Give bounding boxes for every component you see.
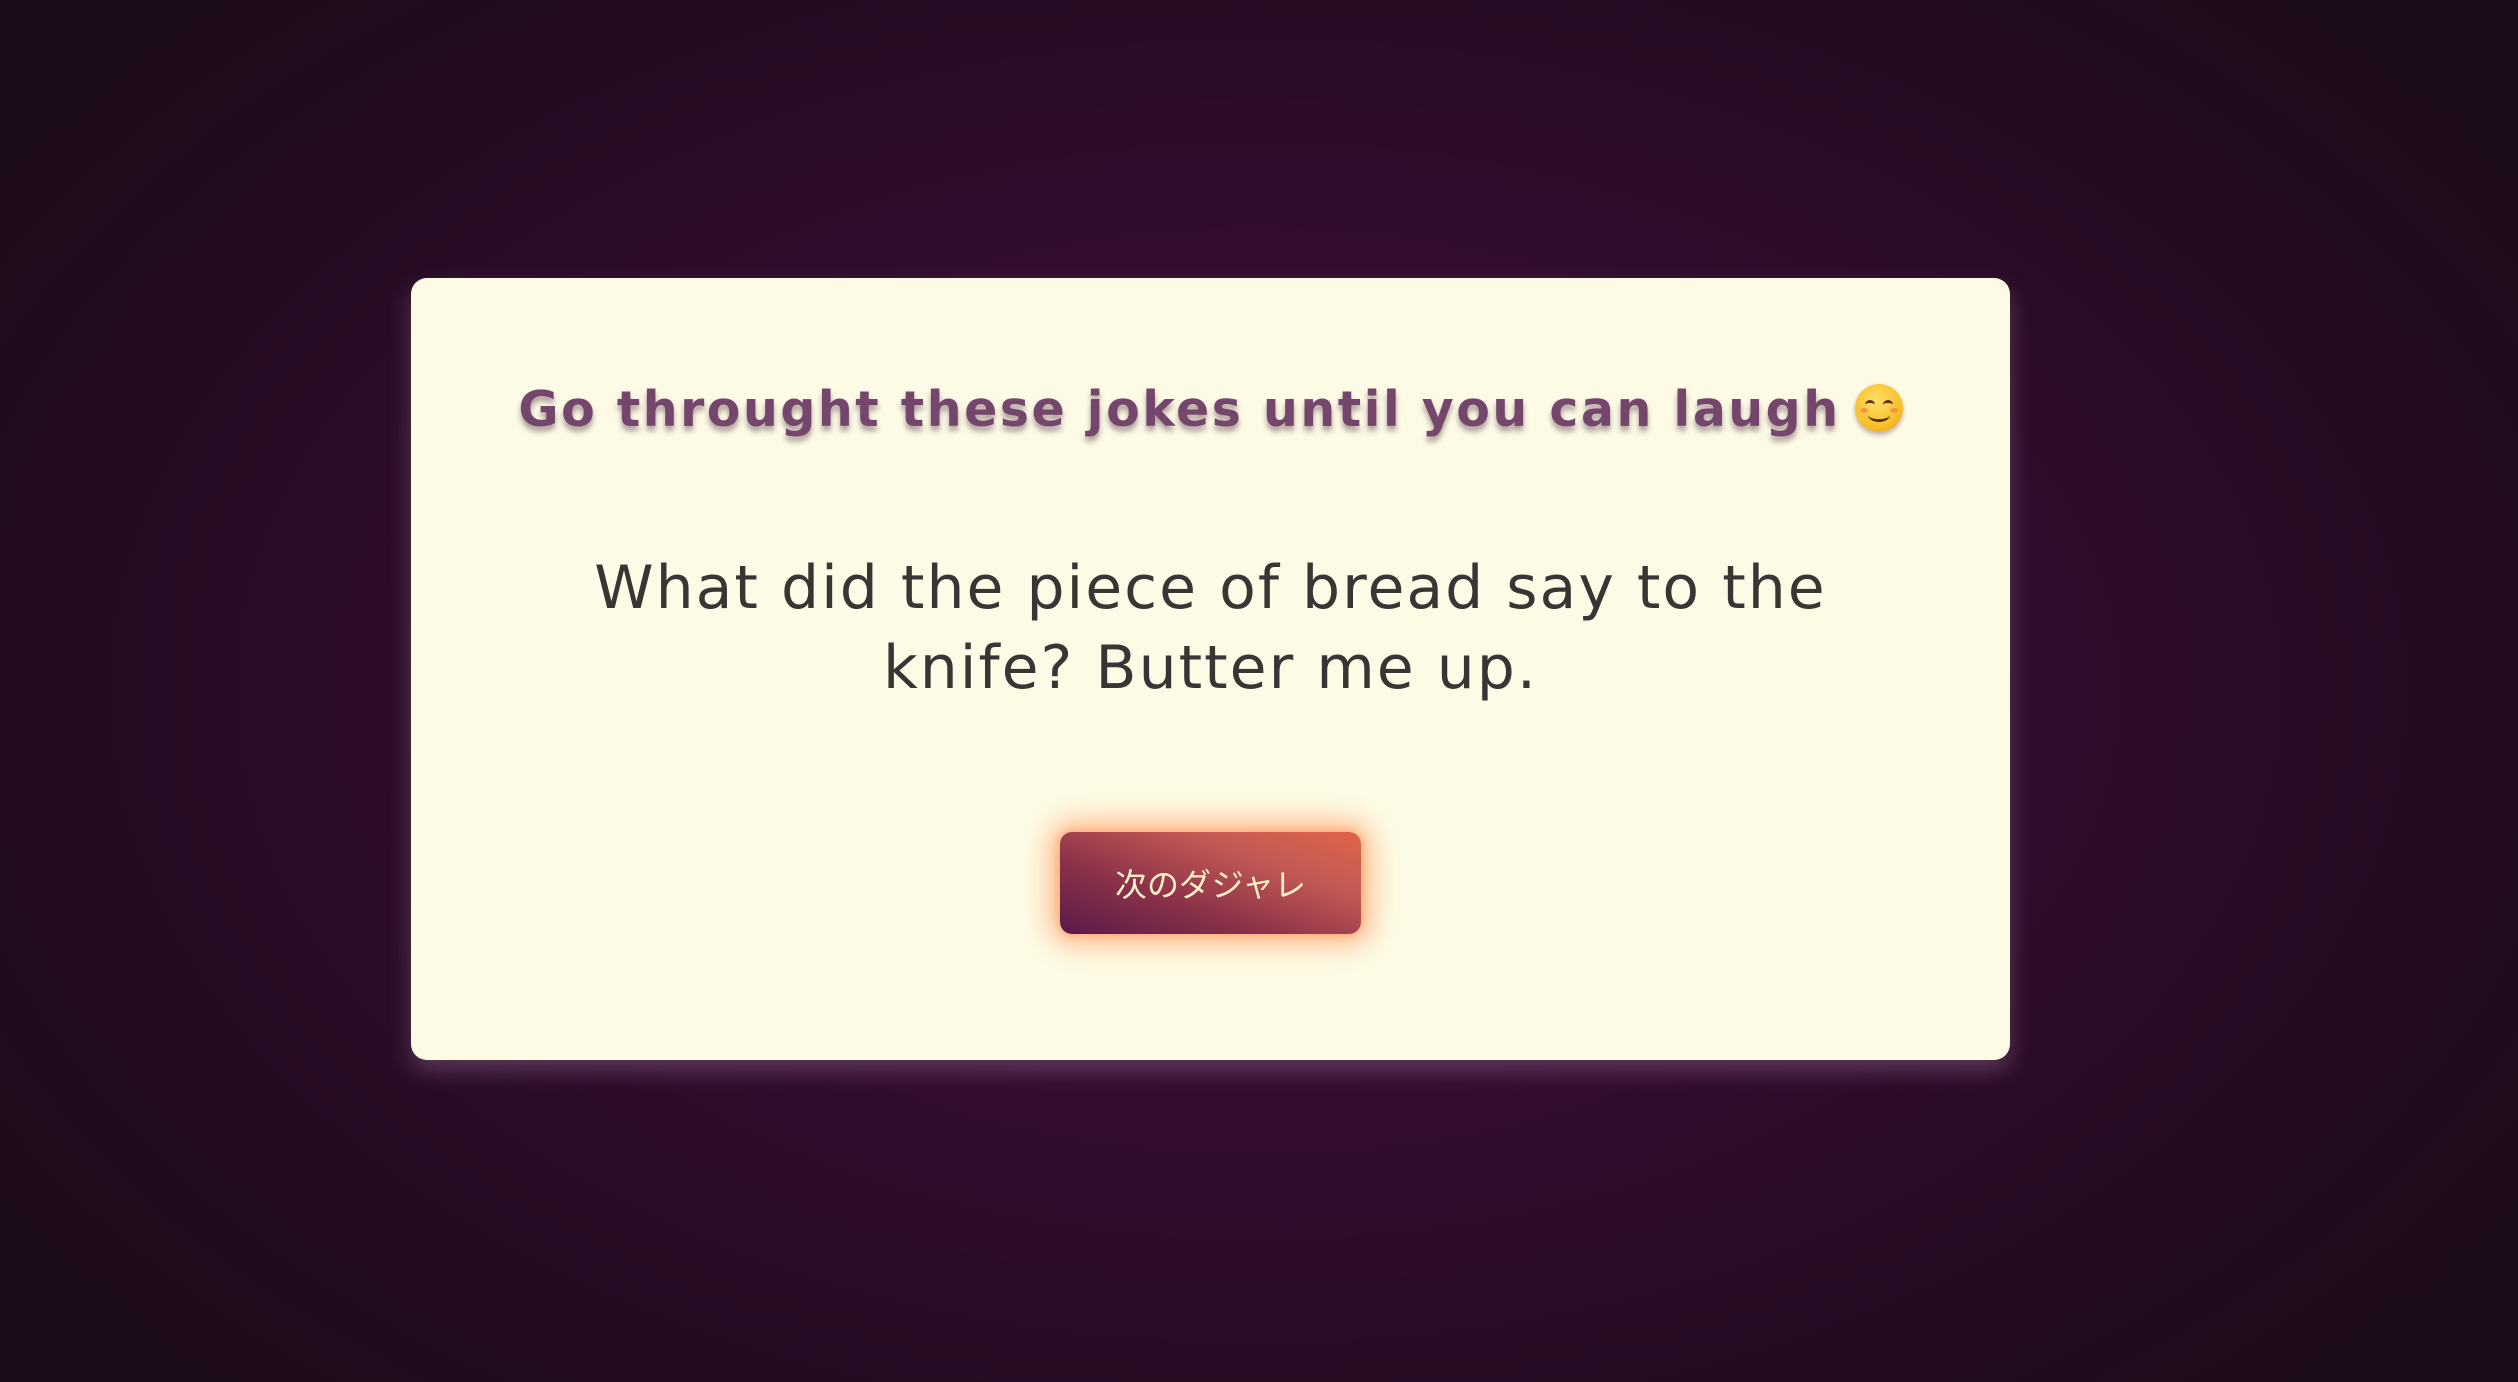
next-joke-button[interactable]: 次のダジャレ xyxy=(1060,832,1361,934)
joke-text: What did the piece of bread say to the k… xyxy=(594,553,1827,703)
heading-text: Go throught these jokes until you can la… xyxy=(518,381,1841,438)
heading: Go throught these jokes until you can la… xyxy=(411,381,2010,438)
joke-card: Go throught these jokes until you can la… xyxy=(411,278,2010,1060)
smiling-face-icon xyxy=(1854,384,1903,432)
